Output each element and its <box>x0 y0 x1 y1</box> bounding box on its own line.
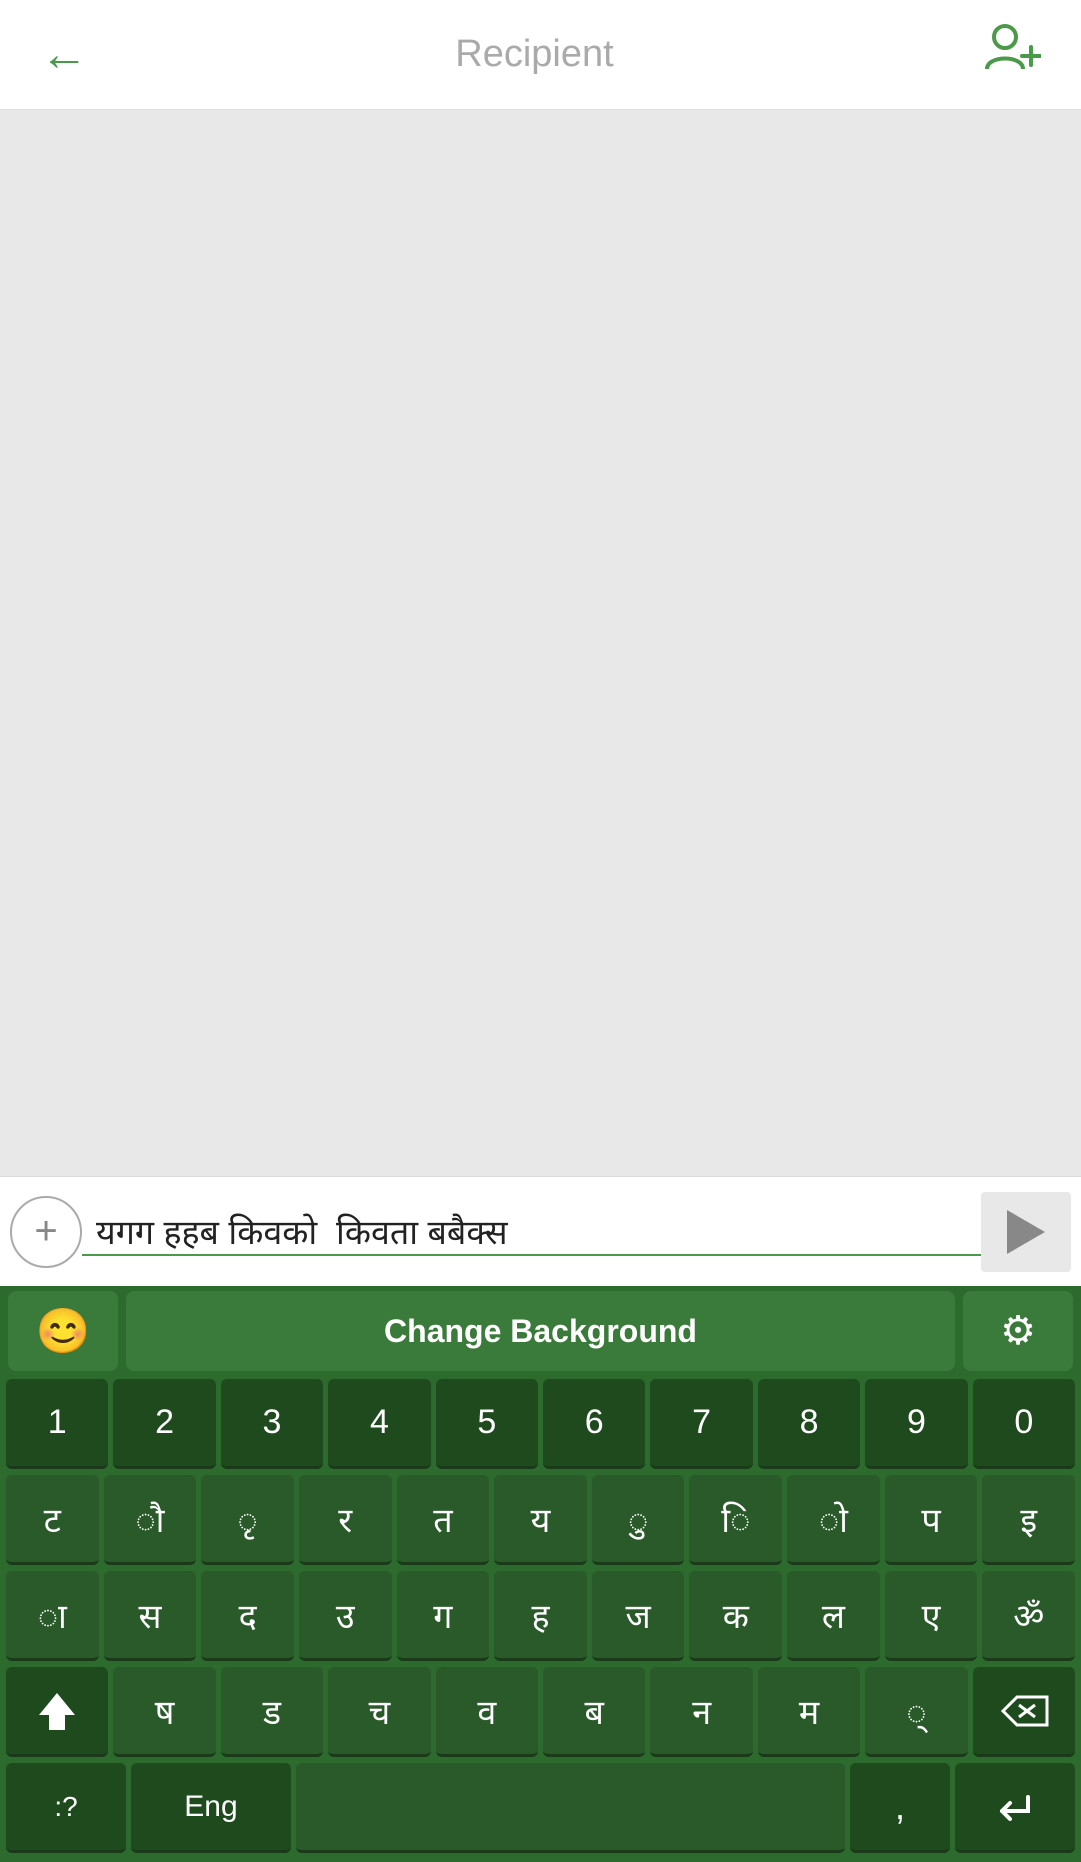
settings-icon: ⚙ <box>1000 1308 1036 1354</box>
key-sha[interactable]: ष <box>113 1667 215 1757</box>
key-8[interactable]: 8 <box>758 1379 860 1469</box>
shift-icon <box>35 1689 79 1733</box>
key-ma[interactable]: म <box>758 1667 860 1757</box>
key-ba[interactable]: ब <box>543 1667 645 1757</box>
chat-area <box>0 110 1081 1176</box>
keyboard-row-1: ट ौ ृ र त य ु ि ो प इ <box>0 1472 1081 1568</box>
key-cha[interactable]: च <box>328 1667 430 1757</box>
eng-button[interactable]: Eng <box>131 1763 291 1853</box>
key-sa[interactable]: स <box>104 1571 197 1661</box>
key-o[interactable]: ो <box>787 1475 880 1565</box>
sym-button[interactable]: :? <box>6 1763 126 1853</box>
attach-button[interactable]: + <box>10 1196 82 1268</box>
change-background-button[interactable]: Change Background <box>126 1291 955 1371</box>
keyboard-row-2: ा स द उ ग ह ज क ल ए ॐ <box>0 1568 1081 1664</box>
key-ri[interactable]: ृ <box>201 1475 294 1565</box>
key-i[interactable]: ि <box>689 1475 782 1565</box>
key-3[interactable]: 3 <box>221 1379 323 1469</box>
key-4[interactable]: 4 <box>328 1379 430 1469</box>
emoji-button[interactable]: 😊 <box>8 1291 118 1371</box>
key-ta[interactable]: ट <box>6 1475 99 1565</box>
key-0[interactable]: 0 <box>973 1379 1075 1469</box>
number-row: 1 2 3 4 5 6 7 8 9 0 <box>0 1376 1081 1472</box>
key-e[interactable]: इ <box>982 1475 1075 1565</box>
key-ta2[interactable]: त <box>397 1475 490 1565</box>
key-da2[interactable]: ड <box>221 1667 323 1757</box>
keyboard: 😊 Change Background ⚙ 1 2 3 4 5 6 7 8 9 … <box>0 1286 1081 1862</box>
key-6[interactable]: 6 <box>543 1379 645 1469</box>
back-button[interactable]: ← <box>40 27 88 82</box>
key-7[interactable]: 7 <box>650 1379 752 1469</box>
key-ra[interactable]: र <box>299 1475 392 1565</box>
key-au[interactable]: ौ <box>104 1475 197 1565</box>
keyboard-row-3: ष ड च व ब न म ् <box>0 1664 1081 1760</box>
key-2[interactable]: 2 <box>113 1379 215 1469</box>
key-u[interactable]: ु <box>592 1475 685 1565</box>
key-1[interactable]: 1 <box>6 1379 108 1469</box>
send-button[interactable] <box>981 1192 1071 1272</box>
key-ya[interactable]: य <box>494 1475 587 1565</box>
comma-button[interactable]: , <box>850 1763 950 1853</box>
settings-button[interactable]: ⚙ <box>963 1291 1073 1371</box>
key-na[interactable]: न <box>650 1667 752 1757</box>
keyboard-bottom-row: :? Eng , <box>0 1760 1081 1856</box>
key-virama[interactable]: ् <box>865 1667 967 1757</box>
recipient-title: Recipient <box>88 33 981 76</box>
key-va[interactable]: व <box>436 1667 538 1757</box>
key-5[interactable]: 5 <box>436 1379 538 1469</box>
key-ae[interactable]: ए <box>885 1571 978 1661</box>
enter-button[interactable] <box>955 1763 1075 1853</box>
send-icon <box>1007 1210 1045 1254</box>
keyboard-topbar: 😊 Change Background ⚙ <box>0 1286 1081 1376</box>
add-contact-icon <box>981 19 1041 79</box>
key-pa[interactable]: प <box>885 1475 978 1565</box>
enter-icon <box>992 1789 1038 1825</box>
key-aa[interactable]: ा <box>6 1571 99 1661</box>
backspace-button[interactable] <box>973 1667 1075 1757</box>
shift-button[interactable] <box>6 1667 108 1757</box>
key-u2[interactable]: उ <box>299 1571 392 1661</box>
key-ha[interactable]: ह <box>494 1571 587 1661</box>
add-contact-button[interactable] <box>981 19 1041 90</box>
input-row: + <box>0 1176 1081 1286</box>
backspace-icon <box>999 1693 1049 1729</box>
key-ja[interactable]: ज <box>592 1571 685 1661</box>
key-la[interactable]: ल <box>787 1571 880 1661</box>
key-9[interactable]: 9 <box>865 1379 967 1469</box>
key-ga[interactable]: ग <box>397 1571 490 1661</box>
key-da[interactable]: द <box>201 1571 294 1661</box>
key-ka[interactable]: क <box>689 1571 782 1661</box>
key-om[interactable]: ॐ <box>982 1571 1075 1661</box>
message-input[interactable] <box>82 1207 981 1256</box>
space-button[interactable] <box>296 1763 845 1853</box>
header: ← Recipient <box>0 0 1081 110</box>
